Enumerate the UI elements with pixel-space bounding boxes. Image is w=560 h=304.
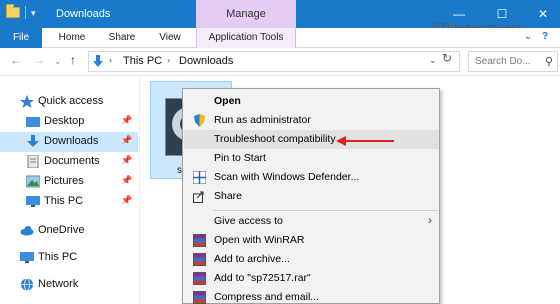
menu-item-troubleshoot-compatibility[interactable]: Troubleshoot compatibility bbox=[184, 130, 439, 149]
window-title: Downloads bbox=[56, 8, 111, 20]
network-icon bbox=[21, 278, 33, 291]
navigation-bar: ← → ⌄ ↑ › This PC › Downloads ⌄ ↻ Search… bbox=[0, 48, 560, 76]
breadcrumb-downloads[interactable]: Downloads bbox=[179, 55, 233, 67]
menu-item-add-to-rar[interactable]: Add to "sp72517.rar" bbox=[184, 269, 439, 288]
search-input[interactable]: Search Do... ⚲ bbox=[468, 51, 558, 72]
pin-icon[interactable]: 📌 bbox=[121, 115, 132, 126]
menu-item-compress-and-email[interactable]: Compress and email... bbox=[184, 288, 439, 304]
download-icon bbox=[93, 55, 103, 67]
winrar-icon bbox=[193, 253, 206, 266]
winrar-icon bbox=[193, 272, 206, 285]
up-icon[interactable]: ↑ bbox=[70, 53, 76, 67]
pin-icon[interactable]: 📌 bbox=[121, 175, 132, 186]
desktop-icon bbox=[26, 117, 40, 127]
tab-application-tools[interactable]: Application Tools bbox=[196, 28, 296, 48]
close-button[interactable]: ✕ bbox=[532, 4, 554, 24]
search-placeholder: Search Do... bbox=[475, 56, 531, 67]
menu-item-pin-to-start[interactable]: Pin to Start bbox=[184, 149, 439, 168]
help-icon[interactable]: ? bbox=[542, 31, 548, 42]
tab-share[interactable]: Share bbox=[100, 28, 144, 48]
sidebar-item-quick-access[interactable]: Quick access bbox=[0, 92, 138, 112]
customize-toolbar-icon[interactable]: ▾ bbox=[31, 7, 36, 19]
tab-manage[interactable]: Manage bbox=[196, 0, 296, 28]
folder-icon[interactable] bbox=[6, 4, 20, 18]
computer-icon bbox=[26, 196, 40, 207]
address-dropdown-icon[interactable]: ⌄ bbox=[429, 55, 437, 66]
menu-item-run-as-administrator[interactable]: Run as administrator bbox=[184, 111, 439, 130]
computer-icon bbox=[20, 252, 34, 263]
breadcrumb-this-pc[interactable]: This PC bbox=[123, 55, 162, 67]
tab-view[interactable]: View bbox=[148, 28, 192, 48]
pin-icon[interactable]: 📌 bbox=[121, 135, 132, 146]
sidebar-item-documents[interactable]: Documents 📌 bbox=[0, 152, 138, 172]
expand-ribbon-icon[interactable]: ⌄ bbox=[524, 31, 532, 42]
breadcrumb-separator[interactable]: › bbox=[167, 55, 170, 65]
search-icon[interactable]: ⚲ bbox=[545, 55, 553, 68]
sidebar-item-onedrive[interactable]: OneDrive bbox=[0, 221, 138, 241]
recent-locations-icon[interactable]: ⌄ bbox=[54, 56, 62, 67]
annotation-arrow-icon bbox=[336, 136, 394, 146]
sidebar-item-this-pc[interactable]: This PC bbox=[0, 248, 138, 268]
chevron-right-icon: › bbox=[428, 213, 432, 227]
shield-icon bbox=[194, 114, 205, 127]
menu-separator bbox=[213, 210, 438, 211]
menu-item-share[interactable]: Share bbox=[184, 187, 439, 206]
pictures-icon bbox=[26, 175, 40, 188]
tab-file[interactable]: File bbox=[0, 28, 42, 48]
quick-access-toolbar: ▾ bbox=[6, 4, 36, 19]
menu-item-give-access-to[interactable]: Give access to › bbox=[184, 212, 439, 231]
windows-defender-icon bbox=[193, 171, 206, 184]
toolbar-divider bbox=[25, 6, 26, 19]
sidebar-item-pictures[interactable]: Pictures 📌 bbox=[0, 172, 138, 192]
refresh-icon[interactable]: ↻ bbox=[442, 51, 452, 65]
download-icon bbox=[27, 135, 39, 147]
menu-item-open[interactable]: Open bbox=[184, 92, 439, 111]
sidebar-item-downloads[interactable]: Downloads 📌 bbox=[0, 132, 138, 152]
ribbon-tabs: File Home Share View Application Tools ⌄… bbox=[0, 28, 560, 48]
star-icon bbox=[20, 95, 34, 108]
menu-item-scan-with-windows-defender[interactable]: Scan with Windows Defender... bbox=[184, 168, 439, 187]
navigation-pane: Quick access Desktop 📌 Downloads 📌 Docum… bbox=[0, 76, 140, 304]
winrar-icon bbox=[193, 291, 206, 304]
sidebar-item-network[interactable]: Network bbox=[0, 275, 138, 295]
menu-item-open-with-winrar[interactable]: Open with WinRAR bbox=[184, 231, 439, 250]
breadcrumb-separator[interactable]: › bbox=[109, 55, 112, 65]
cloud-icon bbox=[20, 226, 34, 236]
menu-item-add-to-archive[interactable]: Add to archive... bbox=[184, 250, 439, 269]
pin-icon[interactable]: 📌 bbox=[121, 195, 132, 206]
share-icon bbox=[193, 191, 204, 203]
sidebar-item-this-pc-quick[interactable]: This PC 📌 bbox=[0, 192, 138, 212]
tab-home[interactable]: Home bbox=[50, 28, 94, 48]
back-icon[interactable]: ← bbox=[10, 53, 22, 67]
pin-icon[interactable]: 📌 bbox=[121, 155, 132, 166]
documents-icon bbox=[27, 155, 39, 168]
sidebar-item-desktop[interactable]: Desktop 📌 bbox=[0, 112, 138, 132]
address-bar[interactable]: › This PC › Downloads ⌄ bbox=[88, 51, 460, 72]
winrar-icon bbox=[193, 234, 206, 247]
context-menu: Open Run as administrator Troubleshoot c… bbox=[182, 88, 440, 304]
forward-icon[interactable]: → bbox=[33, 53, 45, 67]
